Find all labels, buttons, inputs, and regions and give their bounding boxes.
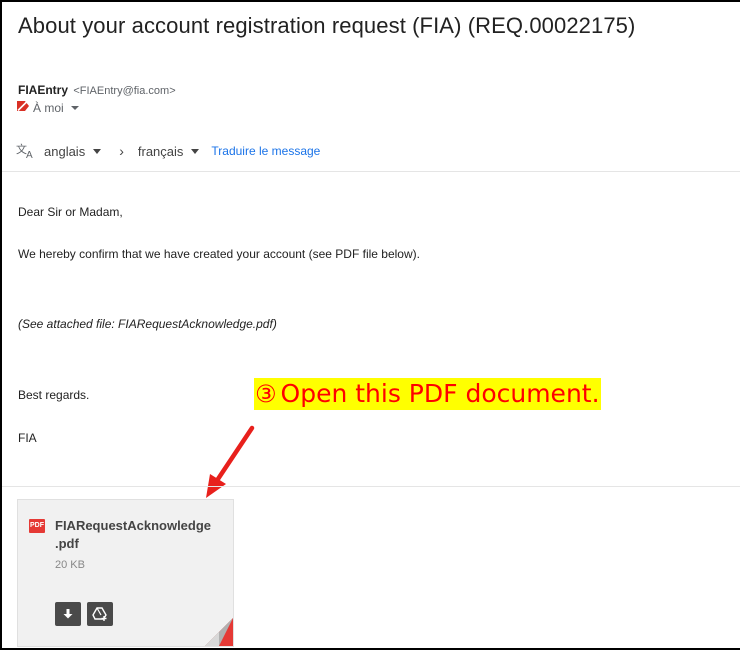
body-closing: Best regards.: [18, 388, 90, 402]
page-fold-corner-icon: [205, 618, 233, 646]
body-confirmation: We hereby confirm that we have created y…: [18, 247, 420, 261]
body-greeting: Dear Sir or Madam,: [18, 205, 123, 219]
target-language-label: français: [137, 143, 184, 159]
email-view: About your account registration request …: [0, 0, 740, 650]
attachment-card[interactable]: PDF FIARequestAcknowledge .pdf 20 KB: [17, 499, 234, 647]
sender-email: <FIAEntry@fia.com>: [73, 85, 176, 97]
download-icon: [63, 609, 73, 619]
target-language-dropdown[interactable]: français: [138, 144, 200, 159]
instruction-text: Open this PDF document.: [280, 379, 600, 408]
add-to-drive-icon: [92, 607, 107, 621]
body-signature: FIA: [18, 431, 37, 445]
target-language-caret-icon: [191, 148, 200, 154]
save-to-drive-button[interactable]: [87, 602, 113, 626]
source-language-caret-icon: [93, 148, 102, 154]
source-language-label: anglais: [44, 143, 86, 159]
sender-line: FIAEntry <FIAEntry@fia.com>: [18, 83, 176, 97]
recipient-label: À moi: [33, 100, 64, 115]
header-divider: [2, 171, 740, 172]
source-language-dropdown[interactable]: anglais: [44, 143, 102, 159]
email-subject: About your account registration request …: [18, 13, 636, 38]
attachment-file-name: FIARequestAcknowledge .pdf: [55, 518, 212, 551]
translate-message-link[interactable]: Traduire le message: [211, 144, 320, 158]
sender-name[interactable]: FIAEntry: [18, 83, 68, 97]
attachment-file-size: 20 KB: [55, 559, 85, 571]
translate-bar: 文 A anglais › français Traduire le messa…: [16, 141, 320, 161]
body-attachment-note: (See attached file: FIARequestAcknowledg…: [18, 317, 277, 331]
translate-icon: 文 A: [16, 143, 36, 159]
instruction-callout: ③ Open this PDF document.: [254, 378, 601, 410]
attachment-divider: [2, 486, 740, 487]
arrow-pointer-icon: [206, 425, 255, 498]
download-button[interactable]: [55, 602, 81, 626]
step-number: ③: [255, 380, 277, 408]
chevron-right-icon: ›: [119, 143, 124, 159]
recipient-details-chevron-icon[interactable]: [70, 105, 79, 110]
pdf-file-icon: PDF: [29, 519, 45, 533]
importance-marker-icon: [16, 99, 30, 115]
svg-text:A: A: [26, 150, 33, 159]
recipient-row[interactable]: À moi: [16, 99, 79, 115]
